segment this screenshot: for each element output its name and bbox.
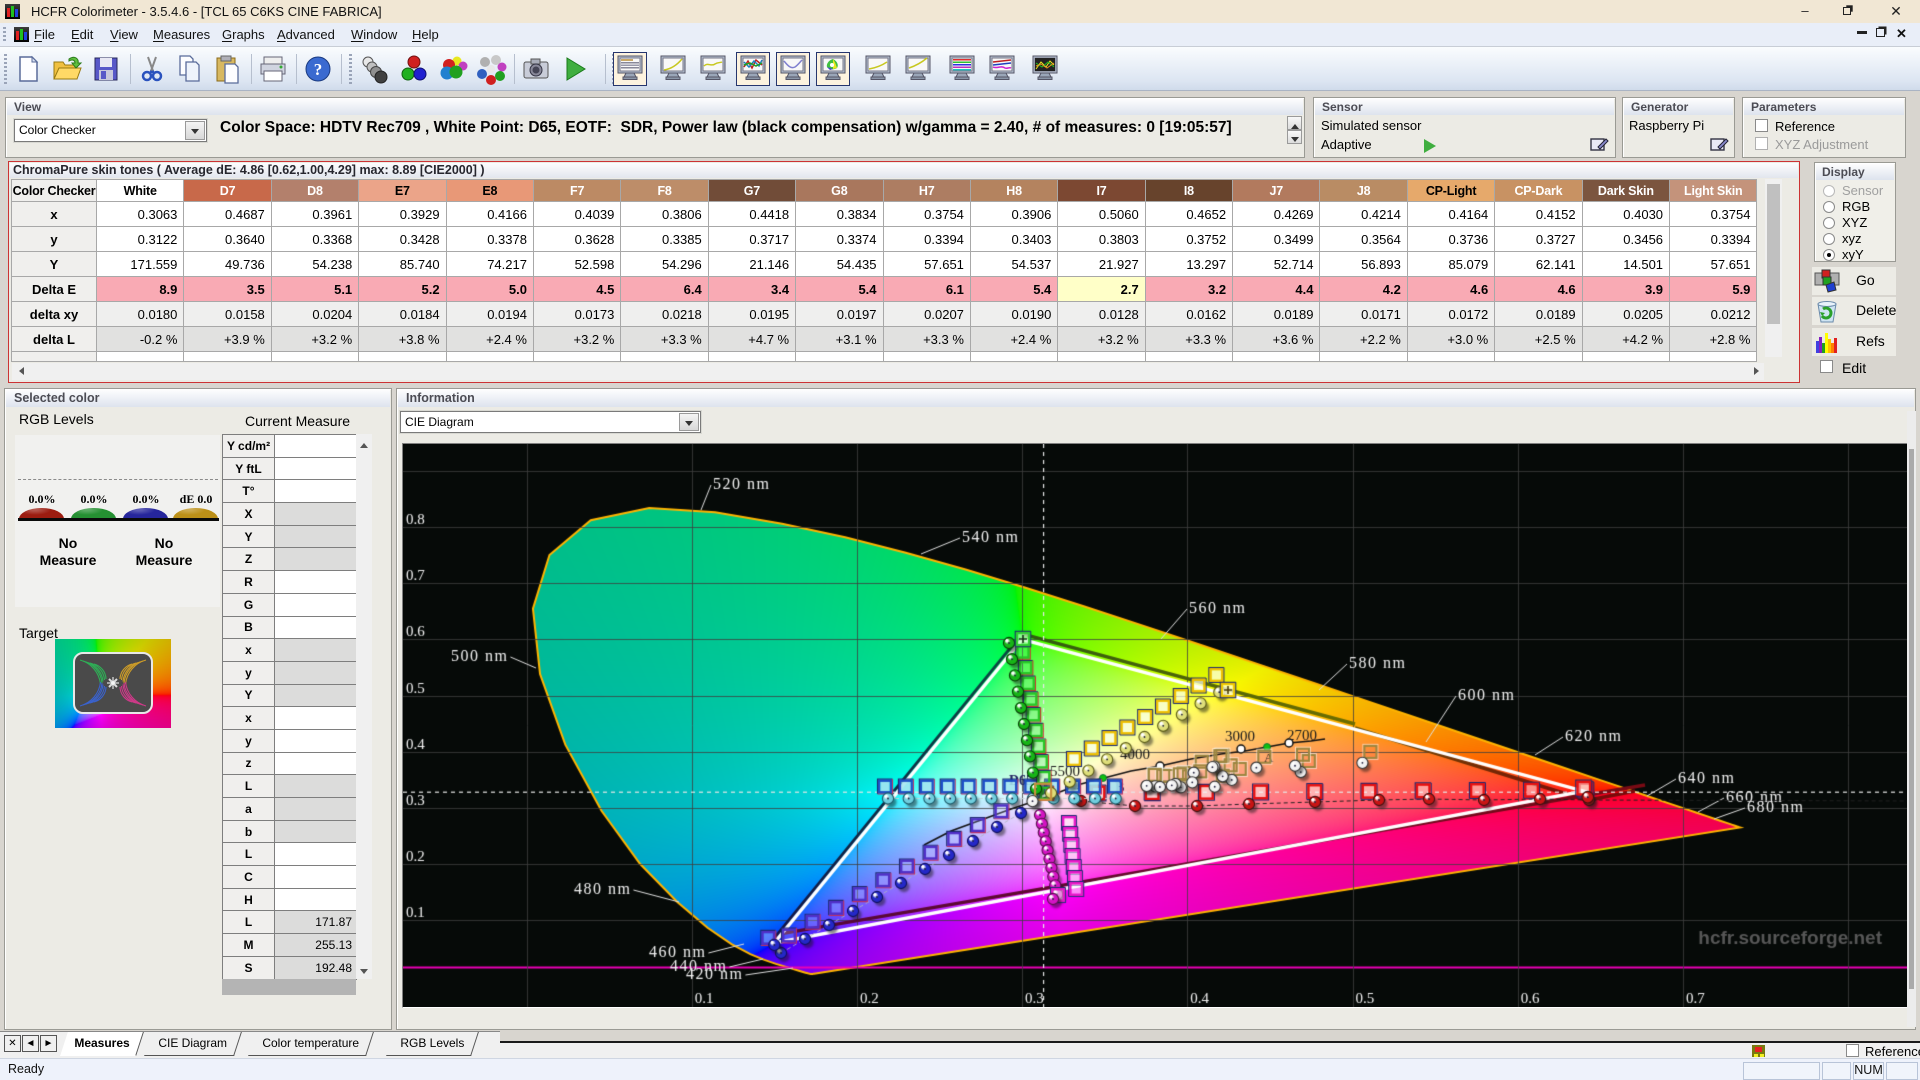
svg-text:?: ?	[314, 60, 323, 79]
